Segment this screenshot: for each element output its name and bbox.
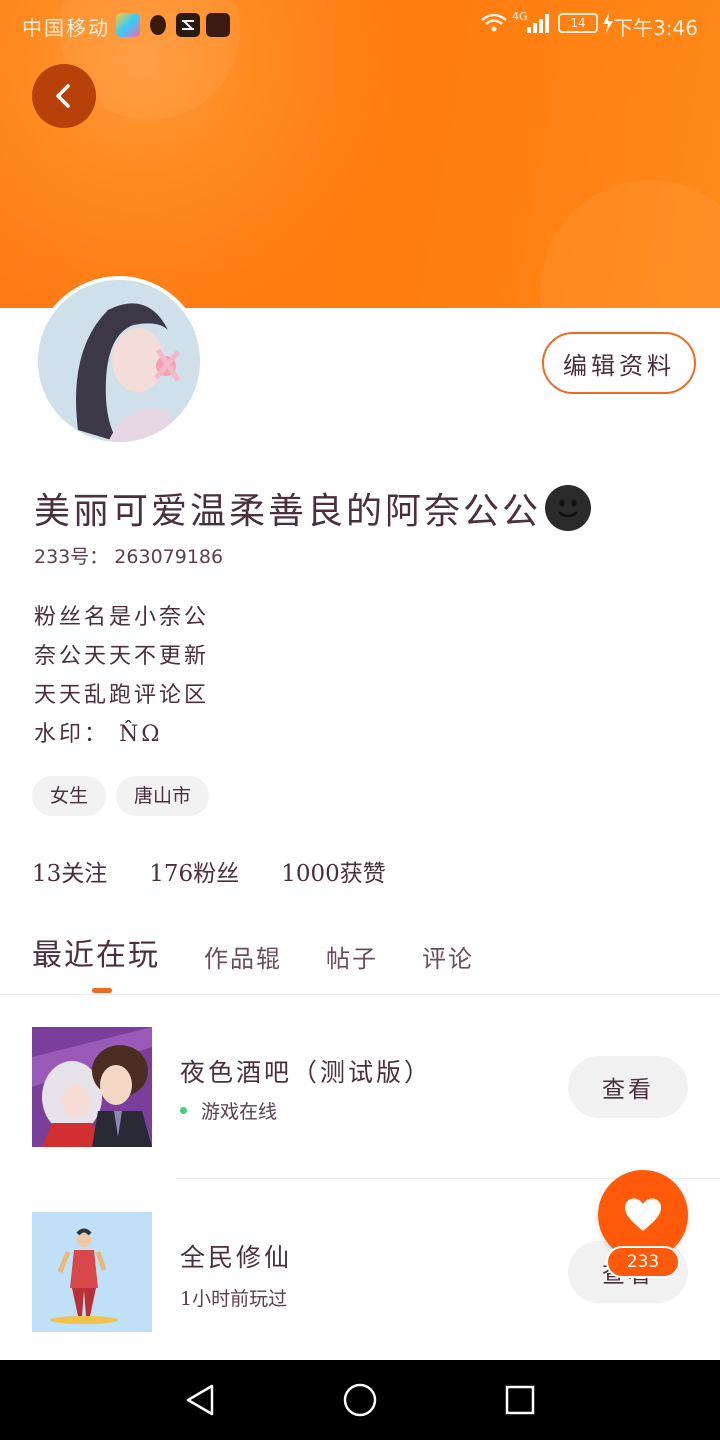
capcut-icon xyxy=(176,13,200,37)
clock-time: 下午3:46 xyxy=(613,16,698,40)
game-thumbnail xyxy=(32,1027,152,1147)
view-game-button[interactable]: 查看 xyxy=(568,1056,688,1118)
bio-line: 水印： N̂Ω xyxy=(34,722,163,747)
gender-tag: 女生 xyxy=(32,776,107,816)
location-tag: 唐山市 xyxy=(116,776,210,816)
tab-recently-played[interactable]: 最近在玩 xyxy=(32,930,160,974)
profile-tags: 女生 唐山市 xyxy=(32,776,210,816)
battery-indicator: 14 xyxy=(558,13,598,33)
likes-count: 1000获赞 xyxy=(281,861,386,887)
chevron-left-icon xyxy=(56,84,70,108)
tab-posts[interactable]: 帖子 xyxy=(326,939,378,974)
following-count[interactable]: 13关注 xyxy=(32,854,107,888)
system-navigation-bar xyxy=(0,1360,720,1440)
user-id: 233号： 263079186 xyxy=(34,546,224,568)
profile-tabs: 最近在玩 作品辊 帖子 评论 xyxy=(32,930,518,974)
signal-icon xyxy=(526,12,550,39)
game-status: 1小时前玩过 xyxy=(180,1284,287,1311)
bio-line: 天天乱跑评论区 xyxy=(34,683,210,708)
triangle-back-icon xyxy=(186,1384,214,1416)
avatar-image xyxy=(38,280,200,442)
bio: 粉丝名是小奈公 奈公天天不更新 天天乱跑评论区 水印： N̂Ω xyxy=(34,602,209,758)
game-title: 夜色酒吧（测试版） xyxy=(180,1058,433,1087)
back-button[interactable] xyxy=(32,64,96,128)
wifi-icon xyxy=(480,12,508,39)
divider xyxy=(0,994,720,995)
game-status-text: 游戏在线 xyxy=(201,1101,278,1123)
qq-icon xyxy=(146,13,170,37)
app-notification-icon xyxy=(116,13,140,37)
tab-works[interactable]: 作品辊 xyxy=(204,939,282,974)
avatar[interactable] xyxy=(34,276,204,446)
heart-icon xyxy=(625,1198,661,1231)
game-status-text: 1小时前玩过 xyxy=(180,1288,288,1310)
bio-line: 粉丝名是小奈公 xyxy=(34,605,210,630)
circle-home-icon xyxy=(343,1383,377,1417)
game-title: 全民修仙 xyxy=(180,1243,293,1272)
edit-profile-button[interactable]: 编辑资料 xyxy=(542,332,696,394)
game-item[interactable]: 夜色酒吧（测试版） 游戏在线 查看 xyxy=(0,1027,720,1147)
smiley-icon xyxy=(545,485,592,531)
nickname: 美丽可爱温柔善良的阿奈公公 xyxy=(34,491,542,532)
nav-recents-button[interactable] xyxy=(500,1380,540,1420)
carrier-label: 中国移动 xyxy=(22,16,110,40)
square-recents-icon xyxy=(505,1385,535,1415)
game-thumbnail xyxy=(32,1212,152,1332)
bio-line: 奈公天天不更新 xyxy=(34,644,210,669)
nickname-row: 美丽可爱温柔善良的阿奈公公 xyxy=(34,482,592,534)
nav-back-button[interactable] xyxy=(180,1380,220,1420)
followers-count[interactable]: 176粉丝 xyxy=(149,854,239,888)
fab-count-badge: 233 xyxy=(606,1246,680,1278)
status-bar: 中国移动 4G 14 下午3:46 xyxy=(0,0,720,50)
online-status-dot xyxy=(180,1107,187,1114)
nav-home-button[interactable] xyxy=(340,1380,380,1420)
active-tab-indicator xyxy=(92,988,112,993)
game-status: 游戏在线 xyxy=(180,1097,277,1124)
profile-stats: 13关注 176粉丝 1000获赞 xyxy=(32,854,386,888)
tab-comments[interactable]: 评论 xyxy=(422,939,474,974)
shop-icon xyxy=(206,13,230,37)
